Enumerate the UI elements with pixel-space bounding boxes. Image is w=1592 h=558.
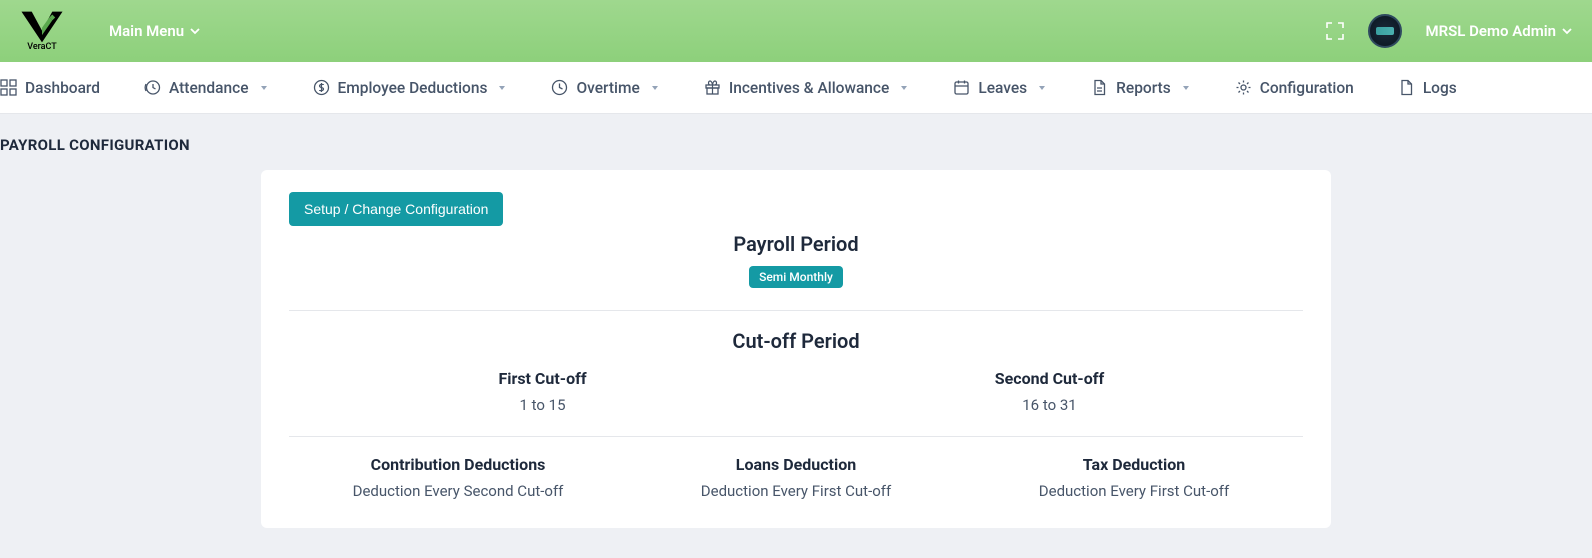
config-card: Setup / Change Configuration Payroll Per…	[261, 170, 1331, 528]
nav-overtime[interactable]: Overtime	[529, 79, 681, 97]
fullscreen-icon[interactable]	[1326, 22, 1344, 40]
second-cutoff-value: 16 to 31	[796, 396, 1303, 414]
setup-change-config-button[interactable]: Setup / Change Configuration	[289, 192, 503, 226]
tax-deduction-label: Tax Deduction	[965, 455, 1303, 474]
nav-label: Employee Deductions	[338, 79, 488, 97]
nav-leaves[interactable]: Leaves	[931, 79, 1069, 97]
nav-reports[interactable]: Reports	[1069, 79, 1213, 97]
user-menu[interactable]: MRSL Demo Admin	[1426, 22, 1573, 40]
contribution-deductions-value: Deduction Every Second Cut-off	[289, 482, 627, 500]
top-header: VeraCT Main Menu MRSL Demo Admin	[0, 0, 1592, 62]
gift-icon	[704, 79, 721, 96]
contribution-deductions-label: Contribution Deductions	[289, 455, 627, 474]
nav-label: Attendance	[169, 79, 249, 97]
nav-attendance[interactable]: Attendance	[122, 79, 291, 97]
tax-deduction-col: Tax Deduction Deduction Every First Cut-…	[965, 455, 1303, 500]
document-icon	[1398, 79, 1415, 96]
loans-deduction-label: Loans Deduction	[627, 455, 965, 474]
payroll-period-badge: Semi Monthly	[749, 266, 843, 288]
cutoff-columns: First Cut-off 1 to 15 Second Cut-off 16 …	[289, 369, 1303, 414]
nav-employee-deductions[interactable]: Employee Deductions	[291, 79, 530, 97]
caret-down-icon	[899, 83, 909, 93]
contribution-deductions-col: Contribution Deductions Deduction Every …	[289, 455, 627, 500]
chevron-down-icon	[1562, 26, 1572, 36]
nav-dashboard[interactable]: Dashboard	[0, 79, 122, 97]
tax-deduction-value: Deduction Every First Cut-off	[965, 482, 1303, 500]
logo-mark-icon	[20, 10, 64, 44]
nav-label: Overtime	[576, 79, 639, 97]
nav-configuration[interactable]: Configuration	[1213, 79, 1376, 97]
avatar[interactable]	[1368, 14, 1402, 48]
nav-label: Dashboard	[25, 79, 100, 97]
main-menu-label: Main Menu	[109, 22, 184, 40]
caret-down-icon	[1037, 83, 1047, 93]
logo[interactable]: VeraCT	[20, 10, 64, 52]
second-cutoff-label: Second Cut-off	[796, 369, 1303, 388]
payroll-period-title: Payroll Period	[289, 232, 1303, 256]
dollar-circle-icon	[313, 79, 330, 96]
chevron-down-icon	[190, 26, 200, 36]
nav-label: Configuration	[1260, 79, 1354, 97]
caret-down-icon	[497, 83, 507, 93]
nav-incentives-allowance[interactable]: Incentives & Allowance	[682, 79, 932, 97]
second-cutoff-col: Second Cut-off 16 to 31	[796, 369, 1303, 414]
clock-icon	[551, 79, 568, 96]
nav-label: Logs	[1423, 79, 1457, 97]
deduction-columns: Contribution Deductions Deduction Every …	[289, 455, 1303, 500]
logo-text: VeraCT	[27, 42, 57, 52]
file-icon	[1091, 79, 1108, 96]
loans-deduction-col: Loans Deduction Deduction Every First Cu…	[627, 455, 965, 500]
nav-logs[interactable]: Logs	[1376, 79, 1479, 97]
gear-icon	[1235, 79, 1252, 96]
cutoff-period-title: Cut-off Period	[289, 329, 1303, 353]
caret-down-icon	[650, 83, 660, 93]
clock-history-icon	[144, 79, 161, 96]
loans-deduction-value: Deduction Every First Cut-off	[627, 482, 965, 500]
avatar-inner	[1376, 27, 1394, 35]
header-right: MRSL Demo Admin	[1326, 14, 1573, 48]
divider	[289, 436, 1303, 437]
divider	[289, 310, 1303, 311]
first-cutoff-col: First Cut-off 1 to 15	[289, 369, 796, 414]
page-title: PAYROLL CONFIGURATION	[0, 136, 1592, 154]
nav-bar: Dashboard Attendance Employee Deductions…	[0, 62, 1592, 114]
nav-label: Incentives & Allowance	[729, 79, 890, 97]
nav-label: Leaves	[978, 79, 1027, 97]
main-menu-dropdown[interactable]: Main Menu	[109, 22, 200, 40]
caret-down-icon	[259, 83, 269, 93]
first-cutoff-label: First Cut-off	[289, 369, 796, 388]
user-name-label: MRSL Demo Admin	[1426, 22, 1557, 40]
grid-icon	[0, 79, 17, 96]
first-cutoff-value: 1 to 15	[289, 396, 796, 414]
nav-label: Reports	[1116, 79, 1171, 97]
caret-down-icon	[1181, 83, 1191, 93]
calendar-icon	[953, 79, 970, 96]
